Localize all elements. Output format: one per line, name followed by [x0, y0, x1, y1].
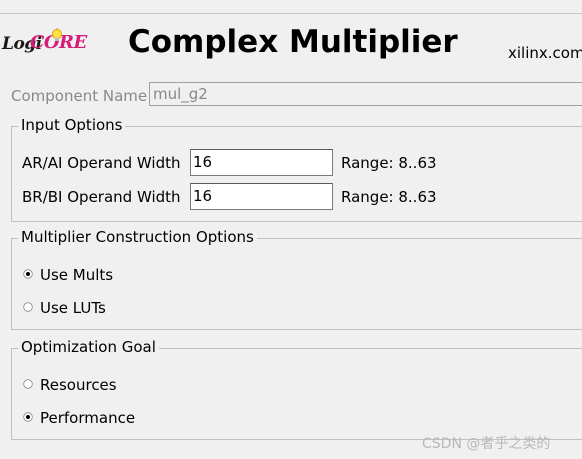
performance-radio[interactable]	[23, 412, 33, 422]
use-mults-radio[interactable]	[23, 269, 33, 279]
lightbulb-icon	[50, 28, 64, 44]
ar-ai-width-input[interactable]: 16	[190, 149, 333, 176]
input-options-title: Input Options	[18, 116, 126, 134]
resources-radio[interactable]	[23, 379, 33, 389]
top-divider	[0, 13, 582, 14]
optimization-goal-group: Optimization Goal Resources Performance	[11, 338, 582, 440]
br-bi-range-label: Range: 8..63	[341, 188, 437, 206]
construction-options-title: Multiplier Construction Options	[18, 228, 257, 246]
resources-label[interactable]: Resources	[40, 376, 117, 394]
brand-label: xilinx.com	[508, 44, 582, 62]
br-bi-width-input[interactable]: 16	[190, 183, 333, 210]
component-name-label: Component Name	[11, 87, 148, 105]
use-luts-label[interactable]: Use LUTs	[40, 299, 106, 317]
page-title: Complex Multiplier	[128, 24, 458, 60]
ar-ai-width-label: AR/AI Operand Width	[22, 154, 181, 172]
br-bi-width-label: BR/BI Operand Width	[22, 188, 181, 206]
input-options-group: Input Options AR/AI Operand Width 16 Ran…	[11, 116, 582, 222]
use-luts-radio[interactable]	[23, 302, 33, 312]
component-name-field[interactable]: mul_g2	[149, 82, 582, 106]
use-mults-label[interactable]: Use Mults	[40, 266, 113, 284]
logicore-logo: Logi CORE	[2, 28, 87, 58]
construction-options-group: Multiplier Construction Options Use Mult…	[11, 228, 582, 330]
performance-label[interactable]: Performance	[40, 409, 135, 427]
csdn-watermark: CSDN @者乎之类的	[422, 436, 551, 452]
optimization-goal-title: Optimization Goal	[18, 338, 159, 356]
ar-ai-range-label: Range: 8..63	[341, 154, 437, 172]
